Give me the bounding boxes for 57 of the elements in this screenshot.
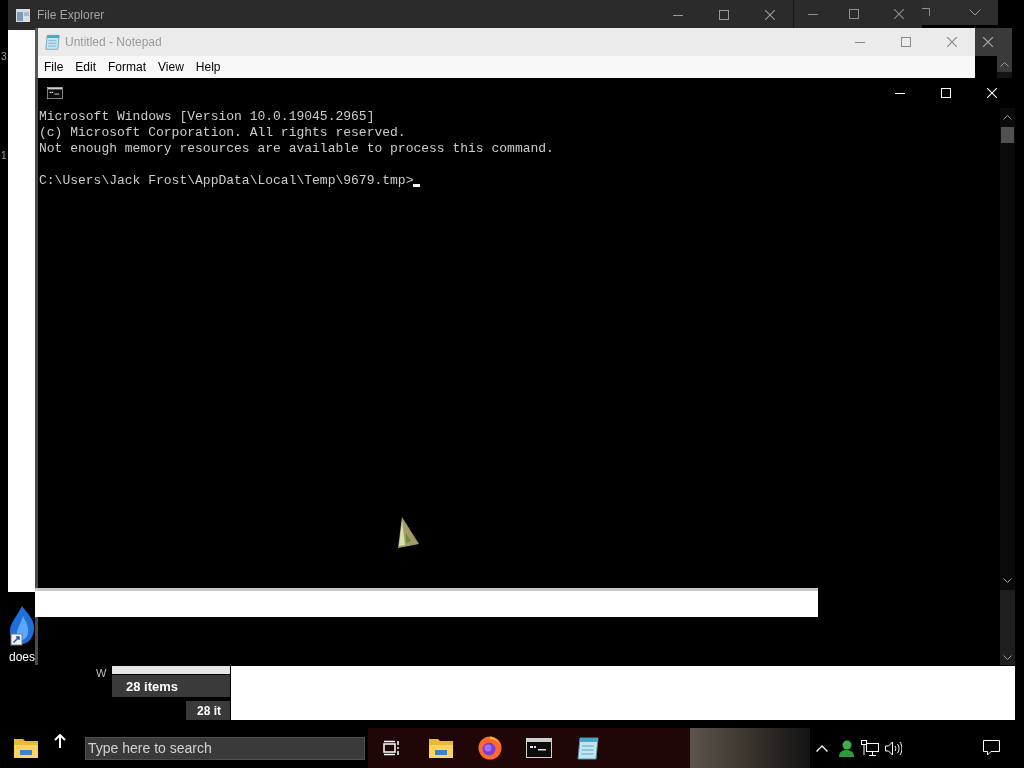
menu-item[interactable]: Format — [102, 57, 153, 77]
chevron-up-icon — [816, 744, 828, 752]
text-cursor — [413, 184, 421, 187]
minimize-icon — [808, 13, 818, 15]
chevron-down-icon — [969, 9, 981, 16]
console-icon — [525, 738, 552, 758]
close-icon — [987, 88, 997, 98]
maximize-icon — [941, 88, 951, 98]
edge-text: 3 — [1, 52, 7, 62]
menu-item[interactable]: Help — [189, 57, 227, 77]
pointer-icon — [397, 517, 419, 549]
edge-text: 1 — [1, 151, 7, 161]
maximize-icon — [719, 10, 729, 20]
volume-icon — [884, 740, 902, 756]
minimize-icon — [895, 92, 905, 94]
console-prompt: C:\Users\Jack Frost\AppData\Local\Temp\9679.tmp> — [39, 173, 414, 189]
console-line: Microsoft Windows [Version 10.0.19045.2965] — [39, 109, 375, 125]
item-count: 28 items — [126, 679, 179, 693]
item-count: 28 it — [197, 704, 221, 717]
menu-item[interactable]: Edit — [69, 57, 103, 77]
console-line: (c) Microsoft Corporation. All rights reserved. — [39, 125, 406, 141]
menu-item[interactable]: File — [38, 57, 70, 77]
menu-item[interactable]: View — [152, 57, 190, 77]
chevron-up-icon — [1000, 61, 1009, 67]
close-icon — [765, 10, 775, 20]
notification-icon — [982, 740, 1000, 756]
window-title: Untitled - Notepad — [65, 34, 162, 51]
console-icon — [47, 87, 63, 99]
close-icon — [894, 9, 904, 19]
search-field[interactable]: Type here to search — [85, 736, 365, 760]
close-icon — [983, 37, 993, 47]
minimize-icon — [673, 14, 683, 16]
maximize-icon — [848, 9, 859, 19]
minimize-icon — [855, 41, 865, 43]
flame-shortcut-icon — [8, 606, 36, 648]
scroll-thumb[interactable] — [1001, 127, 1014, 143]
task-view-icon — [383, 740, 401, 756]
folder-icon — [428, 738, 453, 758]
network-icon — [861, 740, 879, 756]
expand-button[interactable] — [969, 9, 981, 16]
chevron-down-icon — [1003, 655, 1012, 660]
maximize-icon — [901, 37, 911, 47]
console-line: Not enough memory resources are available to process this command. — [39, 141, 554, 157]
window-title: File Explorer — [37, 7, 105, 24]
app-icon — [16, 8, 30, 22]
folder-icon — [14, 738, 38, 758]
notepad-icon — [45, 34, 60, 50]
scroll-up-button[interactable] — [997, 56, 1012, 72]
close-icon — [947, 37, 957, 47]
partial-text: W — [96, 667, 107, 679]
browser-icon — [477, 736, 502, 760]
chevron-up-icon — [1003, 115, 1012, 120]
arrow-up-icon — [54, 734, 66, 748]
notepad-icon — [576, 736, 599, 760]
chevron-down-icon — [1003, 577, 1012, 583]
maximize-icon — [922, 7, 930, 16]
user-icon — [838, 739, 854, 757]
